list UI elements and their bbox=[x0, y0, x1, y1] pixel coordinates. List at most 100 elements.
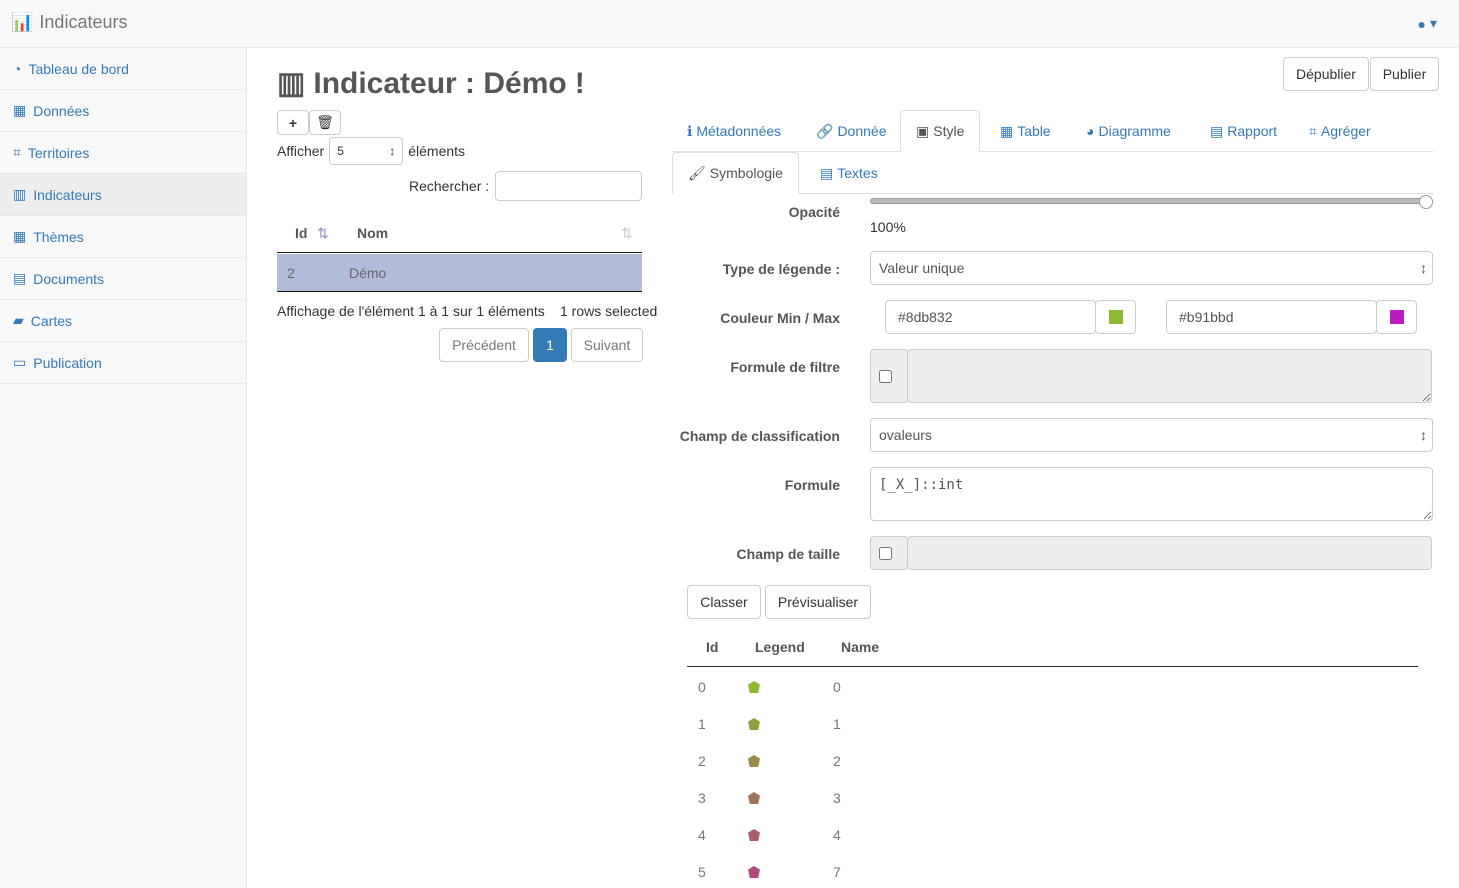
formula-input[interactable]: [_X_]::int bbox=[870, 467, 1433, 521]
legend-symbol bbox=[748, 718, 760, 730]
table-row: 44 bbox=[698, 827, 841, 843]
opacity-value: 100% bbox=[870, 219, 906, 235]
selected-count: 1 rows selected bbox=[560, 303, 658, 319]
classification-select[interactable]: ovaleurs ↕ bbox=[870, 418, 1433, 452]
dashboard-icon: ◔ bbox=[13, 60, 22, 77]
tab-style[interactable]: ▣ Style bbox=[900, 110, 981, 152]
sidebar-item-territories[interactable]: ⌗ Territoires bbox=[0, 132, 246, 174]
sitemap-icon: ⌗ bbox=[1309, 122, 1317, 139]
bar-chart-icon: ▥ bbox=[13, 186, 27, 202]
subtab-symbology[interactable]: 🖌 Symbologie bbox=[672, 152, 799, 194]
color-max-swatch[interactable] bbox=[1376, 300, 1417, 334]
previous-button[interactable]: Précédent bbox=[439, 328, 529, 362]
subtab-texts[interactable]: ▤ Textes bbox=[820, 152, 878, 194]
sidebar: ◔ Tableau de bord ▦ Données ⌗ Territoires ▥… bbox=[0, 48, 247, 888]
opacity-slider[interactable] bbox=[870, 198, 1430, 204]
size-checkbox[interactable] bbox=[879, 546, 892, 560]
publish-button[interactable]: Publier bbox=[1370, 57, 1439, 91]
link-icon: 🔗 bbox=[816, 122, 834, 139]
style-subtabs: 🖌 Symbologie ▤ Textes bbox=[672, 152, 1433, 194]
legend-symbol bbox=[748, 792, 760, 804]
legend-symbol bbox=[748, 755, 760, 767]
tab-diagram[interactable]: ◕ Diagramme bbox=[1086, 110, 1171, 152]
filter-checkbox[interactable] bbox=[879, 369, 892, 383]
table-row: 11 bbox=[698, 716, 841, 732]
formula-label: Formule bbox=[784, 477, 840, 493]
app-title: Indicateurs bbox=[39, 12, 128, 32]
sort-ascending-icon[interactable]: ⇅ bbox=[317, 225, 329, 242]
page-button[interactable]: 1 bbox=[533, 328, 567, 362]
tab-data[interactable]: 🔗 Donnée bbox=[816, 110, 886, 152]
sidebar-item-maps[interactable]: ▰ Cartes bbox=[0, 300, 246, 342]
tab-metadata[interactable]: ℹ Métadonnées bbox=[687, 110, 781, 152]
user-menu[interactable]: ● ▾ bbox=[1418, 15, 1438, 32]
list-header: Id ⇅ Nom ⇅ bbox=[277, 213, 642, 253]
document-icon: ▤ bbox=[13, 270, 27, 286]
color-min-input[interactable] bbox=[885, 300, 1096, 334]
classify-button[interactable]: Classer bbox=[687, 585, 761, 619]
sidebar-item-dashboard[interactable]: ◔ Tableau de bord bbox=[0, 48, 246, 90]
legend-symbol bbox=[748, 866, 760, 878]
cubes-icon: ▦ bbox=[13, 102, 27, 118]
select-arrow-icon: ↕ bbox=[1420, 427, 1427, 443]
tab-report[interactable]: ▤ Rapport bbox=[1210, 110, 1277, 152]
info-icon: ℹ bbox=[687, 122, 693, 139]
add-button[interactable]: + bbox=[277, 110, 309, 135]
legend-type-select[interactable]: Valeur unique ↕ bbox=[870, 251, 1433, 285]
color-max-input[interactable] bbox=[1166, 300, 1377, 334]
tab-aggregate[interactable]: ⌗ Agréger bbox=[1309, 110, 1371, 152]
bar-chart-icon: ▥ bbox=[277, 67, 306, 100]
size-field-input[interactable] bbox=[907, 536, 1432, 570]
legend-table-body: 00 11 22 33 44 57 bbox=[687, 668, 1418, 888]
table-icon: ▦ bbox=[1000, 122, 1014, 139]
select-arrow-icon: ↕ bbox=[389, 144, 396, 158]
user-icon: ● bbox=[1417, 15, 1426, 32]
next-button[interactable]: Suivant bbox=[571, 328, 643, 362]
color-min-swatch[interactable] bbox=[1095, 300, 1136, 334]
column-name[interactable]: Nom bbox=[357, 225, 388, 241]
grid-icon: ▦ bbox=[13, 228, 27, 244]
size-checkbox-wrap bbox=[870, 536, 908, 570]
classification-label: Champ de classification bbox=[679, 428, 840, 444]
tab-table[interactable]: ▦ Table bbox=[1000, 110, 1051, 152]
delete-button[interactable]: 🗑 bbox=[309, 110, 341, 135]
app-brand[interactable]: 📊 Indicateurs bbox=[11, 12, 127, 33]
sidebar-item-publication[interactable]: ▭ Publication bbox=[0, 342, 246, 384]
depublish-button[interactable]: Dépublier bbox=[1283, 57, 1369, 91]
legend-table-header: Id Legend Name bbox=[687, 628, 1418, 667]
search-input[interactable] bbox=[495, 171, 642, 201]
table-row: 57 bbox=[698, 864, 841, 880]
table-row: 00 bbox=[698, 679, 841, 695]
filter-label: Formule de filtre bbox=[730, 359, 840, 375]
filter-checkbox-wrap bbox=[870, 349, 908, 403]
caret-down-icon: ▾ bbox=[1429, 15, 1437, 31]
opacity-slider-handle[interactable] bbox=[1419, 195, 1433, 209]
opacity-label: Opacité bbox=[788, 204, 840, 220]
file-text-icon: ▤ bbox=[820, 164, 834, 181]
sort-icon[interactable]: ⇅ bbox=[621, 225, 633, 242]
table-info: Affichage de l'élément 1 à 1 sur 1 éléme… bbox=[277, 303, 545, 319]
brush-icon: 🖌 bbox=[688, 164, 706, 181]
sitemap-icon: ⌗ bbox=[13, 144, 21, 160]
preview-button[interactable]: Prévisualiser bbox=[765, 585, 871, 619]
image-icon: ▣ bbox=[916, 122, 930, 139]
table-row: 33 bbox=[698, 790, 841, 806]
page-length: Afficher 5 ↕ éléments bbox=[277, 137, 465, 165]
legend-symbol bbox=[748, 829, 760, 841]
list-row[interactable]: 2 Démo bbox=[277, 254, 642, 292]
sidebar-item-data[interactable]: ▦ Données bbox=[0, 90, 246, 132]
page-length-select[interactable]: 5 ↕ bbox=[329, 137, 404, 165]
color-label: Couleur Min / Max bbox=[720, 310, 840, 326]
pie-chart-icon: ◕ bbox=[1086, 123, 1095, 139]
column-id[interactable]: Id bbox=[295, 225, 307, 241]
bar-chart-icon: 📊 bbox=[11, 12, 34, 32]
size-field-label: Champ de taille bbox=[736, 546, 840, 562]
filter-formula[interactable] bbox=[907, 349, 1432, 403]
sidebar-item-indicators[interactable]: ▥ Indicateurs bbox=[0, 174, 246, 216]
sidebar-item-themes[interactable]: ▦ Thèmes bbox=[0, 216, 246, 258]
sidebar-item-documents[interactable]: ▤ Documents bbox=[0, 258, 246, 300]
select-arrow-icon: ↕ bbox=[1420, 260, 1427, 276]
exclamation-icon: ! bbox=[574, 66, 585, 100]
search-label: Rechercher : bbox=[409, 178, 490, 194]
top-navbar: 📊 Indicateurs ● ▾ bbox=[0, 0, 1459, 48]
